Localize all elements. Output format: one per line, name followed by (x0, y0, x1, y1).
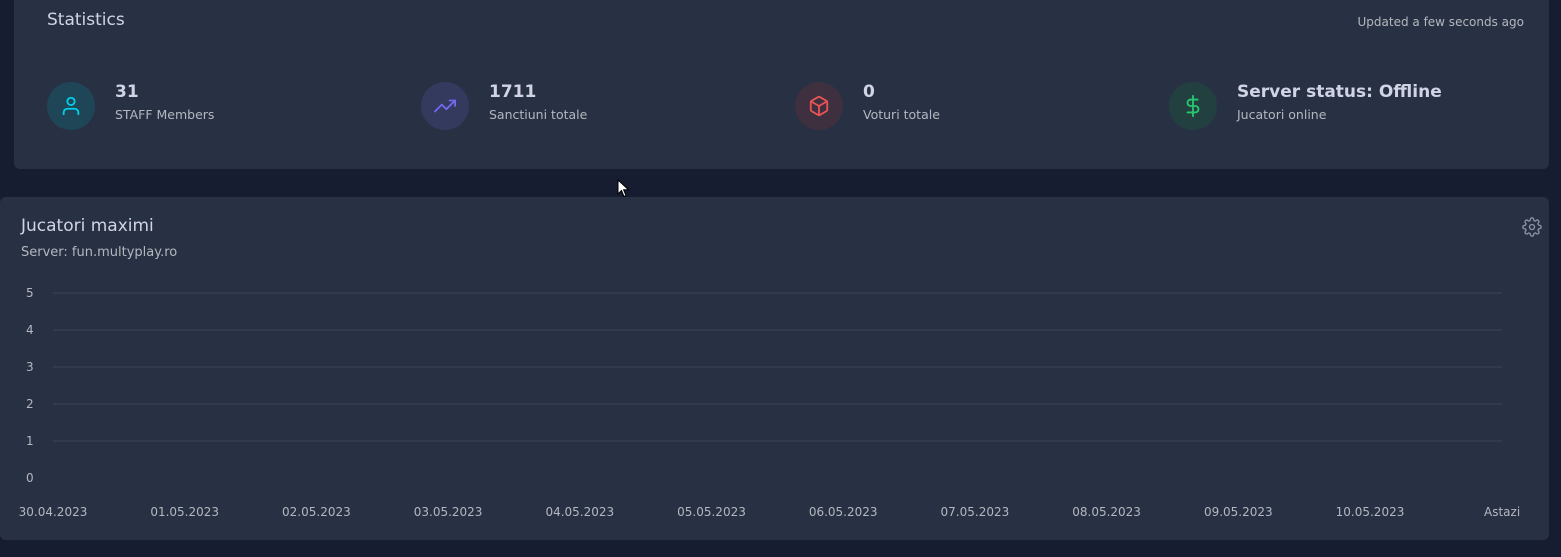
x-tick-label: 05.05.2023 (677, 505, 746, 519)
statistics-card: Statistics Updated a few seconds ago 31 … (14, 0, 1549, 169)
stat-value: 31 (115, 82, 139, 102)
mouse-cursor-icon (617, 179, 630, 198)
x-tick-label: 09.05.2023 (1204, 505, 1273, 519)
y-tick-label: 2 (26, 397, 34, 411)
y-tick-label: 4 (26, 323, 34, 337)
y-tick-label: 1 (26, 434, 34, 448)
stat-label: Sanctiuni totale (489, 107, 588, 122)
x-tick-label: 04.05.2023 (545, 505, 614, 519)
x-tick-label: 01.05.2023 (150, 505, 219, 519)
stat-value: 0 (863, 82, 875, 102)
x-tick-label: 10.05.2023 (1336, 505, 1405, 519)
x-tick-label: 07.05.2023 (941, 505, 1010, 519)
x-tick-label: 08.05.2023 (1072, 505, 1141, 519)
stat-label: STAFF Members (115, 107, 215, 122)
dollar-sign-icon (1169, 82, 1217, 130)
user-icon (47, 82, 95, 130)
stat-value: Server status: Offline (1237, 82, 1442, 102)
stat-label: Jucatori online (1237, 107, 1327, 122)
x-tick-label: 02.05.2023 (282, 505, 351, 519)
x-tick-label: 06.05.2023 (809, 505, 878, 519)
updated-timestamp: Updated a few seconds ago (1357, 15, 1524, 29)
max-players-chart-card: Jucatori maximi Server: fun.multyplay.ro… (0, 197, 1549, 540)
statistics-title: Statistics (47, 10, 125, 30)
y-tick-label: 5 (26, 286, 34, 300)
box-icon (795, 82, 843, 130)
x-tick-label: 30.04.2023 (19, 505, 88, 519)
y-tick-label: 3 (26, 360, 34, 374)
x-tick-label: Astazi (1484, 505, 1520, 519)
y-tick-label: 0 (26, 471, 34, 485)
x-tick-label: 03.05.2023 (414, 505, 483, 519)
line-chart: 0 1 2 3 4 5 30.04.2023 01.05.2023 02.05.2023 03.… (19, 286, 1521, 519)
stat-value: 1711 (489, 82, 537, 102)
stat-label: Voturi totale (863, 107, 940, 122)
trending-up-icon (421, 82, 469, 130)
